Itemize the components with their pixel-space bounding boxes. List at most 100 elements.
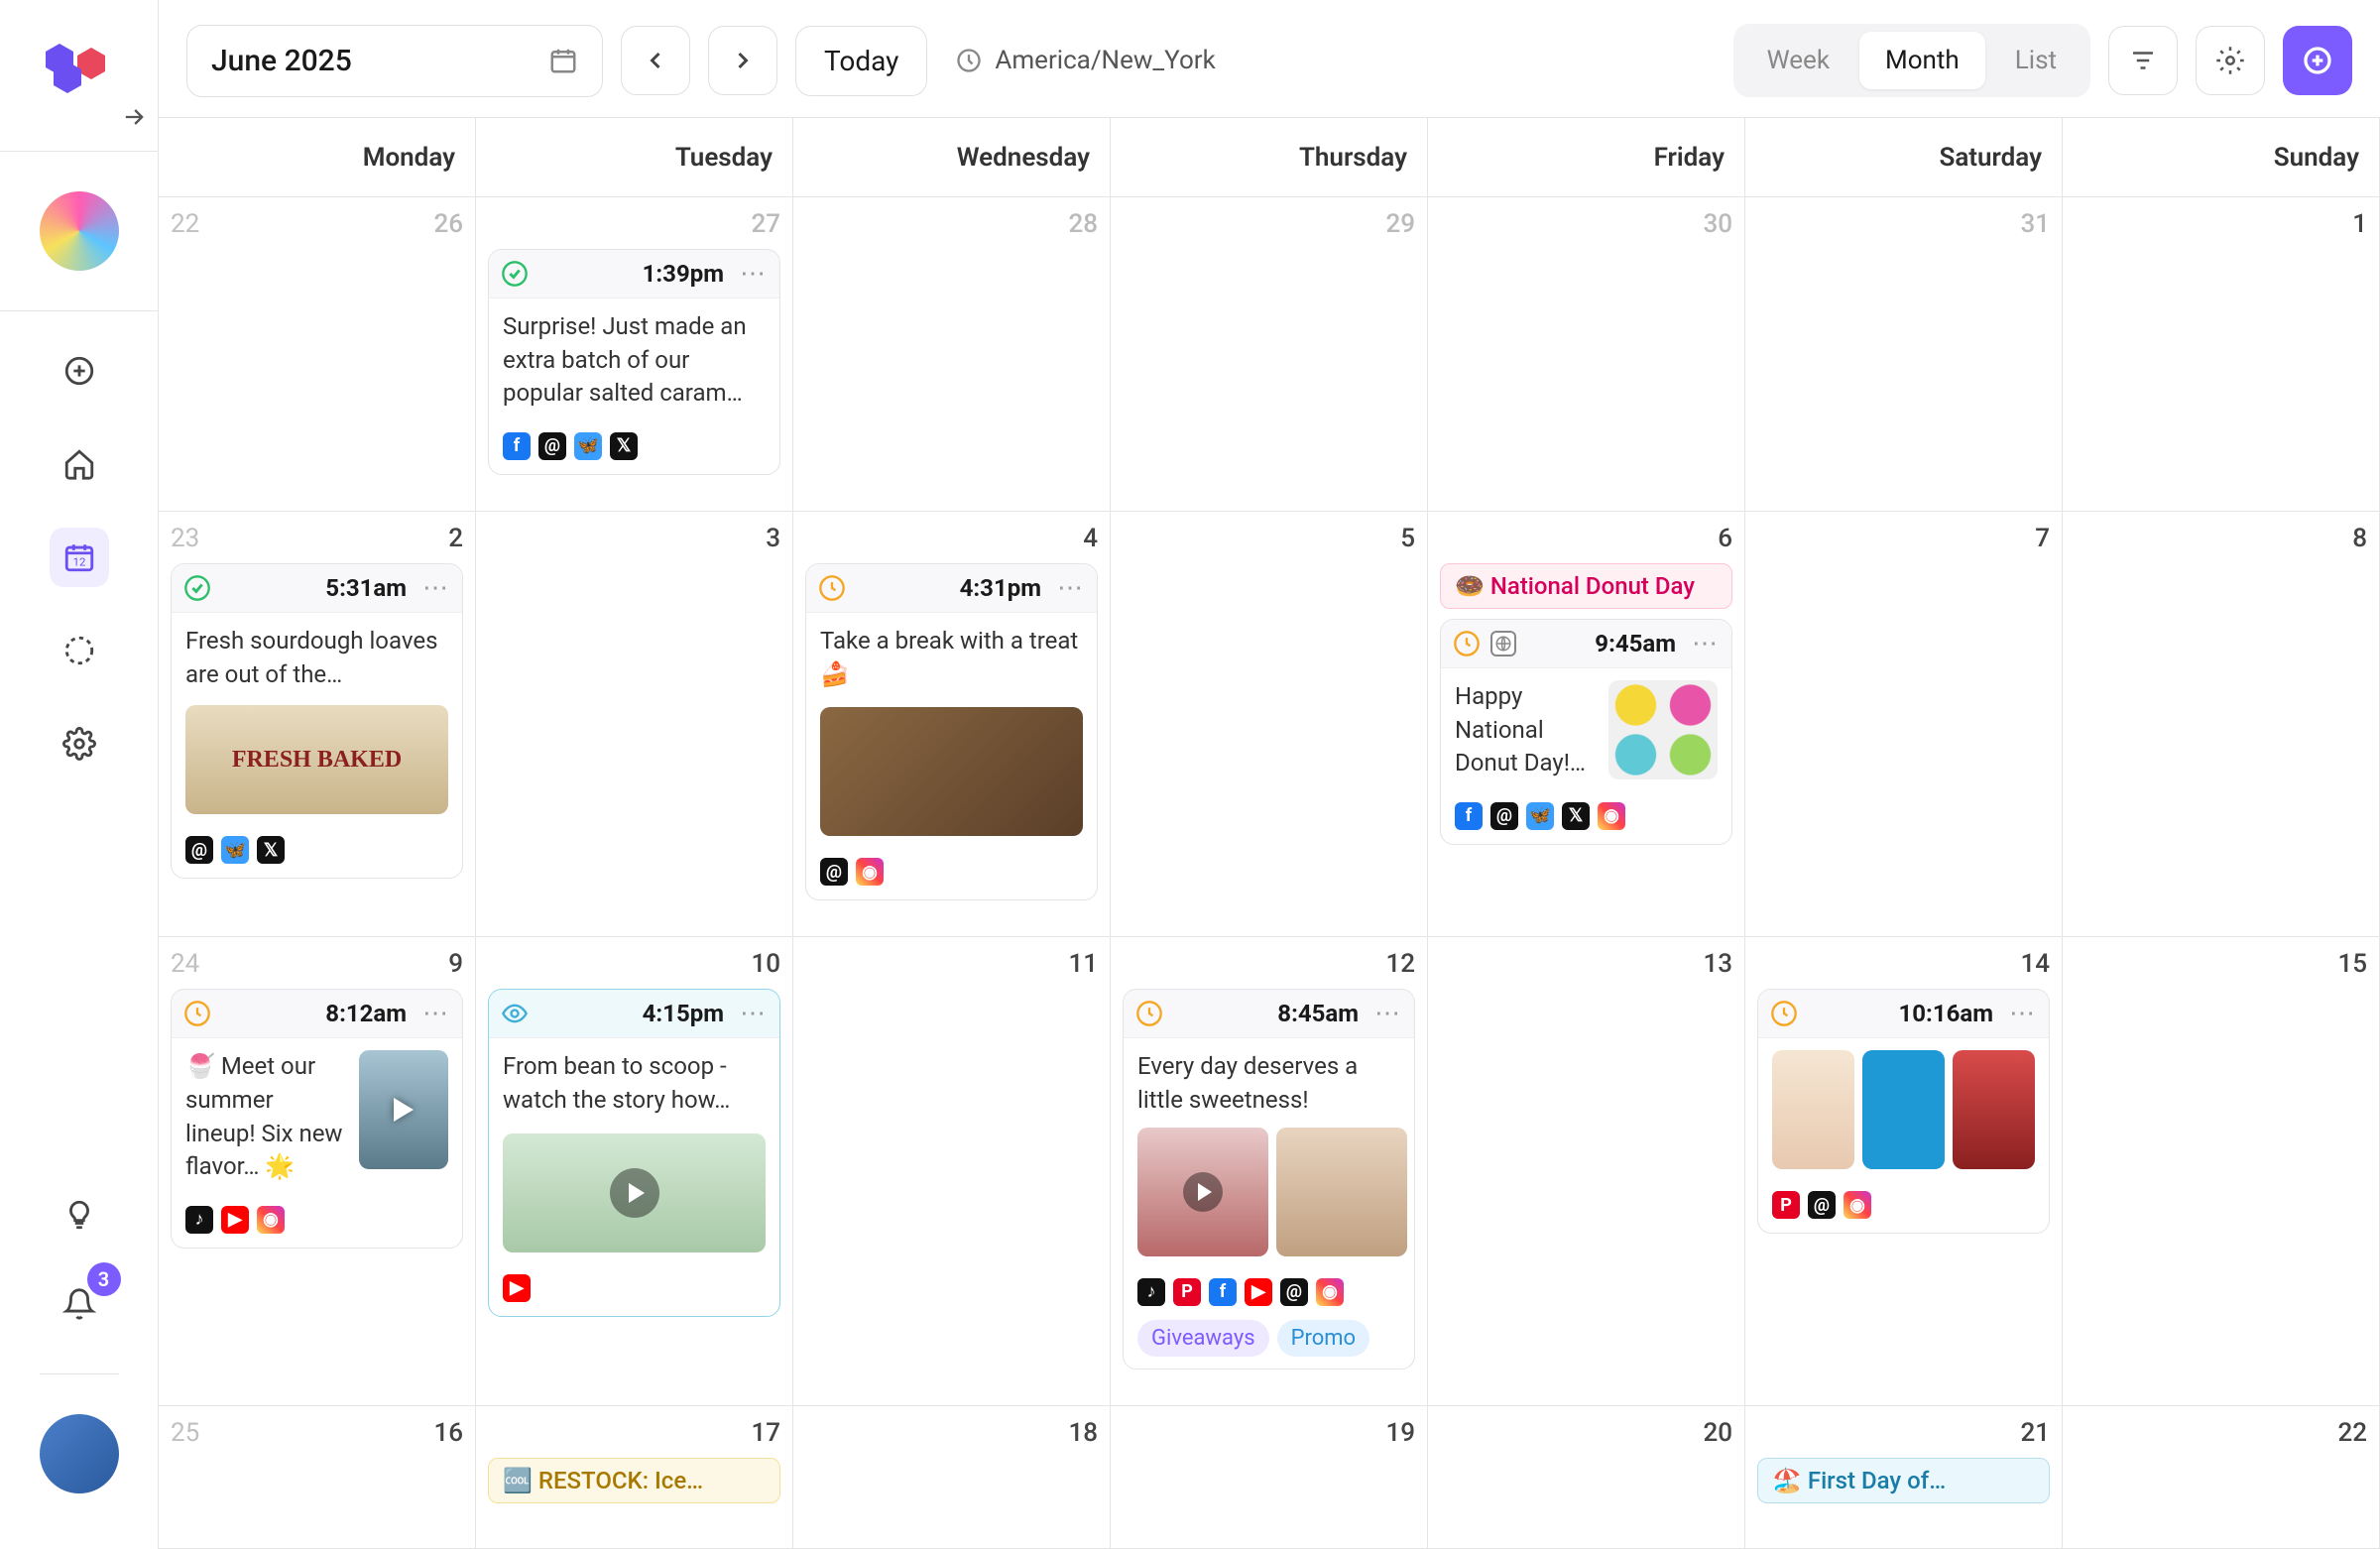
holiday-pill[interactable]: 🆒 RESTOCK: Ice… bbox=[488, 1458, 780, 1503]
post-image: FRESH BAKED bbox=[185, 705, 448, 814]
post-card[interactable]: 4:15pm ⋯ From bean to scoop - watch the … bbox=[488, 989, 780, 1316]
calendar-cell[interactable]: 18 bbox=[793, 1406, 1111, 1549]
timezone-label: America/New_York bbox=[995, 46, 1215, 75]
date-picker-button[interactable]: June 2025 bbox=[186, 25, 603, 97]
calendar-cell[interactable]: 15 bbox=[2063, 937, 2380, 1405]
post-video-thumb bbox=[503, 1133, 766, 1252]
threads-icon: @ bbox=[1280, 1278, 1308, 1306]
drafts-icon[interactable] bbox=[50, 621, 109, 680]
day-number: 16 bbox=[199, 1418, 463, 1448]
threads-icon: @ bbox=[1808, 1191, 1836, 1219]
status-published-icon bbox=[501, 260, 529, 288]
day-number: 7 bbox=[1757, 524, 2050, 553]
post-text: Fresh sourdough loaves are out of the… bbox=[185, 625, 448, 691]
calendar-cell[interactable]: 30 bbox=[1428, 197, 1745, 512]
calendar-cell[interactable]: 3 bbox=[476, 512, 793, 937]
day-number: 14 bbox=[1757, 949, 2050, 979]
day-number: 6 bbox=[1440, 524, 1732, 553]
youtube-icon: ▶ bbox=[503, 1274, 531, 1302]
calendar-cell[interactable]: 232 5:31am ⋯ Fresh sourdough loaves are … bbox=[159, 512, 476, 937]
view-month[interactable]: Month bbox=[1859, 32, 1985, 89]
home-icon[interactable] bbox=[50, 434, 109, 494]
calendar-cell[interactable]: 2226 bbox=[159, 197, 476, 512]
calendar-cell[interactable]: 7 bbox=[1745, 512, 2063, 937]
more-icon[interactable]: ⋯ bbox=[422, 1001, 450, 1026]
day-header: Friday bbox=[1428, 118, 1745, 197]
status-scheduled-icon bbox=[818, 574, 846, 602]
more-icon[interactable]: ⋯ bbox=[422, 575, 450, 601]
social-icons: @ ◉ bbox=[806, 848, 1097, 899]
threads-icon: @ bbox=[538, 432, 566, 460]
globe-icon bbox=[1490, 631, 1516, 656]
lightbulb-icon[interactable] bbox=[50, 1185, 109, 1245]
post-card[interactable]: 5:31am ⋯ Fresh sourdough loaves are out … bbox=[171, 563, 463, 879]
tag-chip[interactable]: Promo bbox=[1277, 1320, 1370, 1357]
calendar-cell[interactable]: 4 4:31pm ⋯ Take a break with a treat 🍰 @… bbox=[793, 512, 1111, 937]
post-text: Every day deserves a little sweetness! bbox=[1137, 1050, 1400, 1117]
calendar-cell[interactable]: 19 bbox=[1111, 1406, 1428, 1549]
settings-icon[interactable] bbox=[50, 714, 109, 774]
more-icon[interactable]: ⋯ bbox=[740, 1001, 768, 1026]
calendar-cell[interactable]: 31 bbox=[1745, 197, 2063, 512]
calendar-cell[interactable]: 249 8:12am ⋯ 🍧 Meet our summer lineup! S… bbox=[159, 937, 476, 1405]
create-post-button[interactable] bbox=[2283, 26, 2352, 95]
calendar-cell[interactable]: 27 1:39pm ⋯ Surprise! Just made an extra… bbox=[476, 197, 793, 512]
calendar-grid: Monday Tuesday Wednesday Thursday Friday… bbox=[159, 117, 2380, 1549]
holiday-pill[interactable]: 🍩 National Donut Day bbox=[1440, 563, 1732, 609]
calendar-cell[interactable]: 28 bbox=[793, 197, 1111, 512]
calendar-cell[interactable]: 17 🆒 RESTOCK: Ice… bbox=[476, 1406, 793, 1549]
social-icons: ♪ P f ▶ @ ◉ bbox=[1124, 1268, 1414, 1320]
more-icon[interactable]: ⋯ bbox=[2009, 1001, 2037, 1026]
calendar-cell[interactable]: 2516 bbox=[159, 1406, 476, 1549]
next-month-button[interactable] bbox=[708, 26, 777, 95]
timezone-indicator[interactable]: America/New_York bbox=[955, 46, 1215, 75]
more-icon[interactable]: ⋯ bbox=[1692, 631, 1720, 656]
week-number: 23 bbox=[171, 524, 199, 553]
more-icon[interactable]: ⋯ bbox=[1057, 575, 1085, 601]
user-avatar[interactable] bbox=[40, 1414, 119, 1493]
calendar-cell[interactable]: 14 10:16am ⋯ P bbox=[1745, 937, 2063, 1405]
day-number: 20 bbox=[1440, 1418, 1732, 1448]
calendar-cell[interactable]: 10 4:15pm ⋯ From bean to scoop - watch t… bbox=[476, 937, 793, 1405]
calendar-cell[interactable]: 21 🏖️ First Day of… bbox=[1745, 1406, 2063, 1549]
social-icons: P @ ◉ bbox=[1758, 1181, 2049, 1233]
tag-chip[interactable]: Giveaways bbox=[1137, 1320, 1269, 1357]
calendar-cell[interactable]: 8 bbox=[2063, 512, 2380, 937]
calendar-cell[interactable]: 6 🍩 National Donut Day 9:45am ⋯ Happy Na… bbox=[1428, 512, 1745, 937]
post-card[interactable]: 9:45am ⋯ Happy National Donut Day!… f @ … bbox=[1440, 619, 1732, 845]
post-card[interactable]: 10:16am ⋯ P @ ◉ bbox=[1757, 989, 2050, 1234]
collapse-sidebar-icon[interactable] bbox=[0, 103, 158, 131]
more-icon[interactable]: ⋯ bbox=[740, 261, 768, 287]
post-text: Surprise! Just made an extra batch of ou… bbox=[503, 310, 766, 411]
post-card[interactable]: 8:12am ⋯ 🍧 Meet our summer lineup! Six n… bbox=[171, 989, 463, 1248]
calendar-cell[interactable]: 13 bbox=[1428, 937, 1745, 1405]
settings-button[interactable] bbox=[2196, 26, 2265, 95]
filter-button[interactable] bbox=[2108, 26, 2178, 95]
day-header: Sunday bbox=[2063, 118, 2380, 197]
today-button[interactable]: Today bbox=[795, 26, 927, 96]
post-card[interactable]: 8:45am ⋯ Every day deserves a little swe… bbox=[1123, 989, 1415, 1369]
day-number: 13 bbox=[1440, 949, 1732, 979]
divider bbox=[0, 151, 158, 152]
calendar-cell[interactable]: 20 bbox=[1428, 1406, 1745, 1549]
holiday-pill[interactable]: 🏖️ First Day of… bbox=[1757, 1458, 2050, 1503]
post-card[interactable]: 4:31pm ⋯ Take a break with a treat 🍰 @ ◉ bbox=[805, 563, 1098, 900]
calendar-cell[interactable]: 22 bbox=[2063, 1406, 2380, 1549]
prev-month-button[interactable] bbox=[621, 26, 690, 95]
add-icon[interactable] bbox=[50, 341, 109, 401]
calendar-icon[interactable]: 12 bbox=[50, 528, 109, 587]
calendar-cell[interactable]: 5 bbox=[1111, 512, 1428, 937]
view-week[interactable]: Week bbox=[1741, 32, 1855, 89]
calendar-cell[interactable]: 1 bbox=[2063, 197, 2380, 512]
workspace-avatar[interactable] bbox=[40, 191, 119, 271]
calendar-cell[interactable]: 11 bbox=[793, 937, 1111, 1405]
more-icon[interactable]: ⋯ bbox=[1374, 1001, 1402, 1026]
post-image bbox=[1862, 1050, 1945, 1169]
post-card[interactable]: 1:39pm ⋯ Surprise! Just made an extra ba… bbox=[488, 249, 780, 475]
view-list[interactable]: List bbox=[1989, 32, 2082, 89]
calendar-cell[interactable]: 29 bbox=[1111, 197, 1428, 512]
tiktok-icon: ♪ bbox=[1137, 1278, 1165, 1306]
day-number: 28 bbox=[805, 209, 1098, 239]
calendar-cell[interactable]: 12 8:45am ⋯ Every day deserves a little … bbox=[1111, 937, 1428, 1405]
notifications-button[interactable]: 3 bbox=[50, 1274, 109, 1334]
